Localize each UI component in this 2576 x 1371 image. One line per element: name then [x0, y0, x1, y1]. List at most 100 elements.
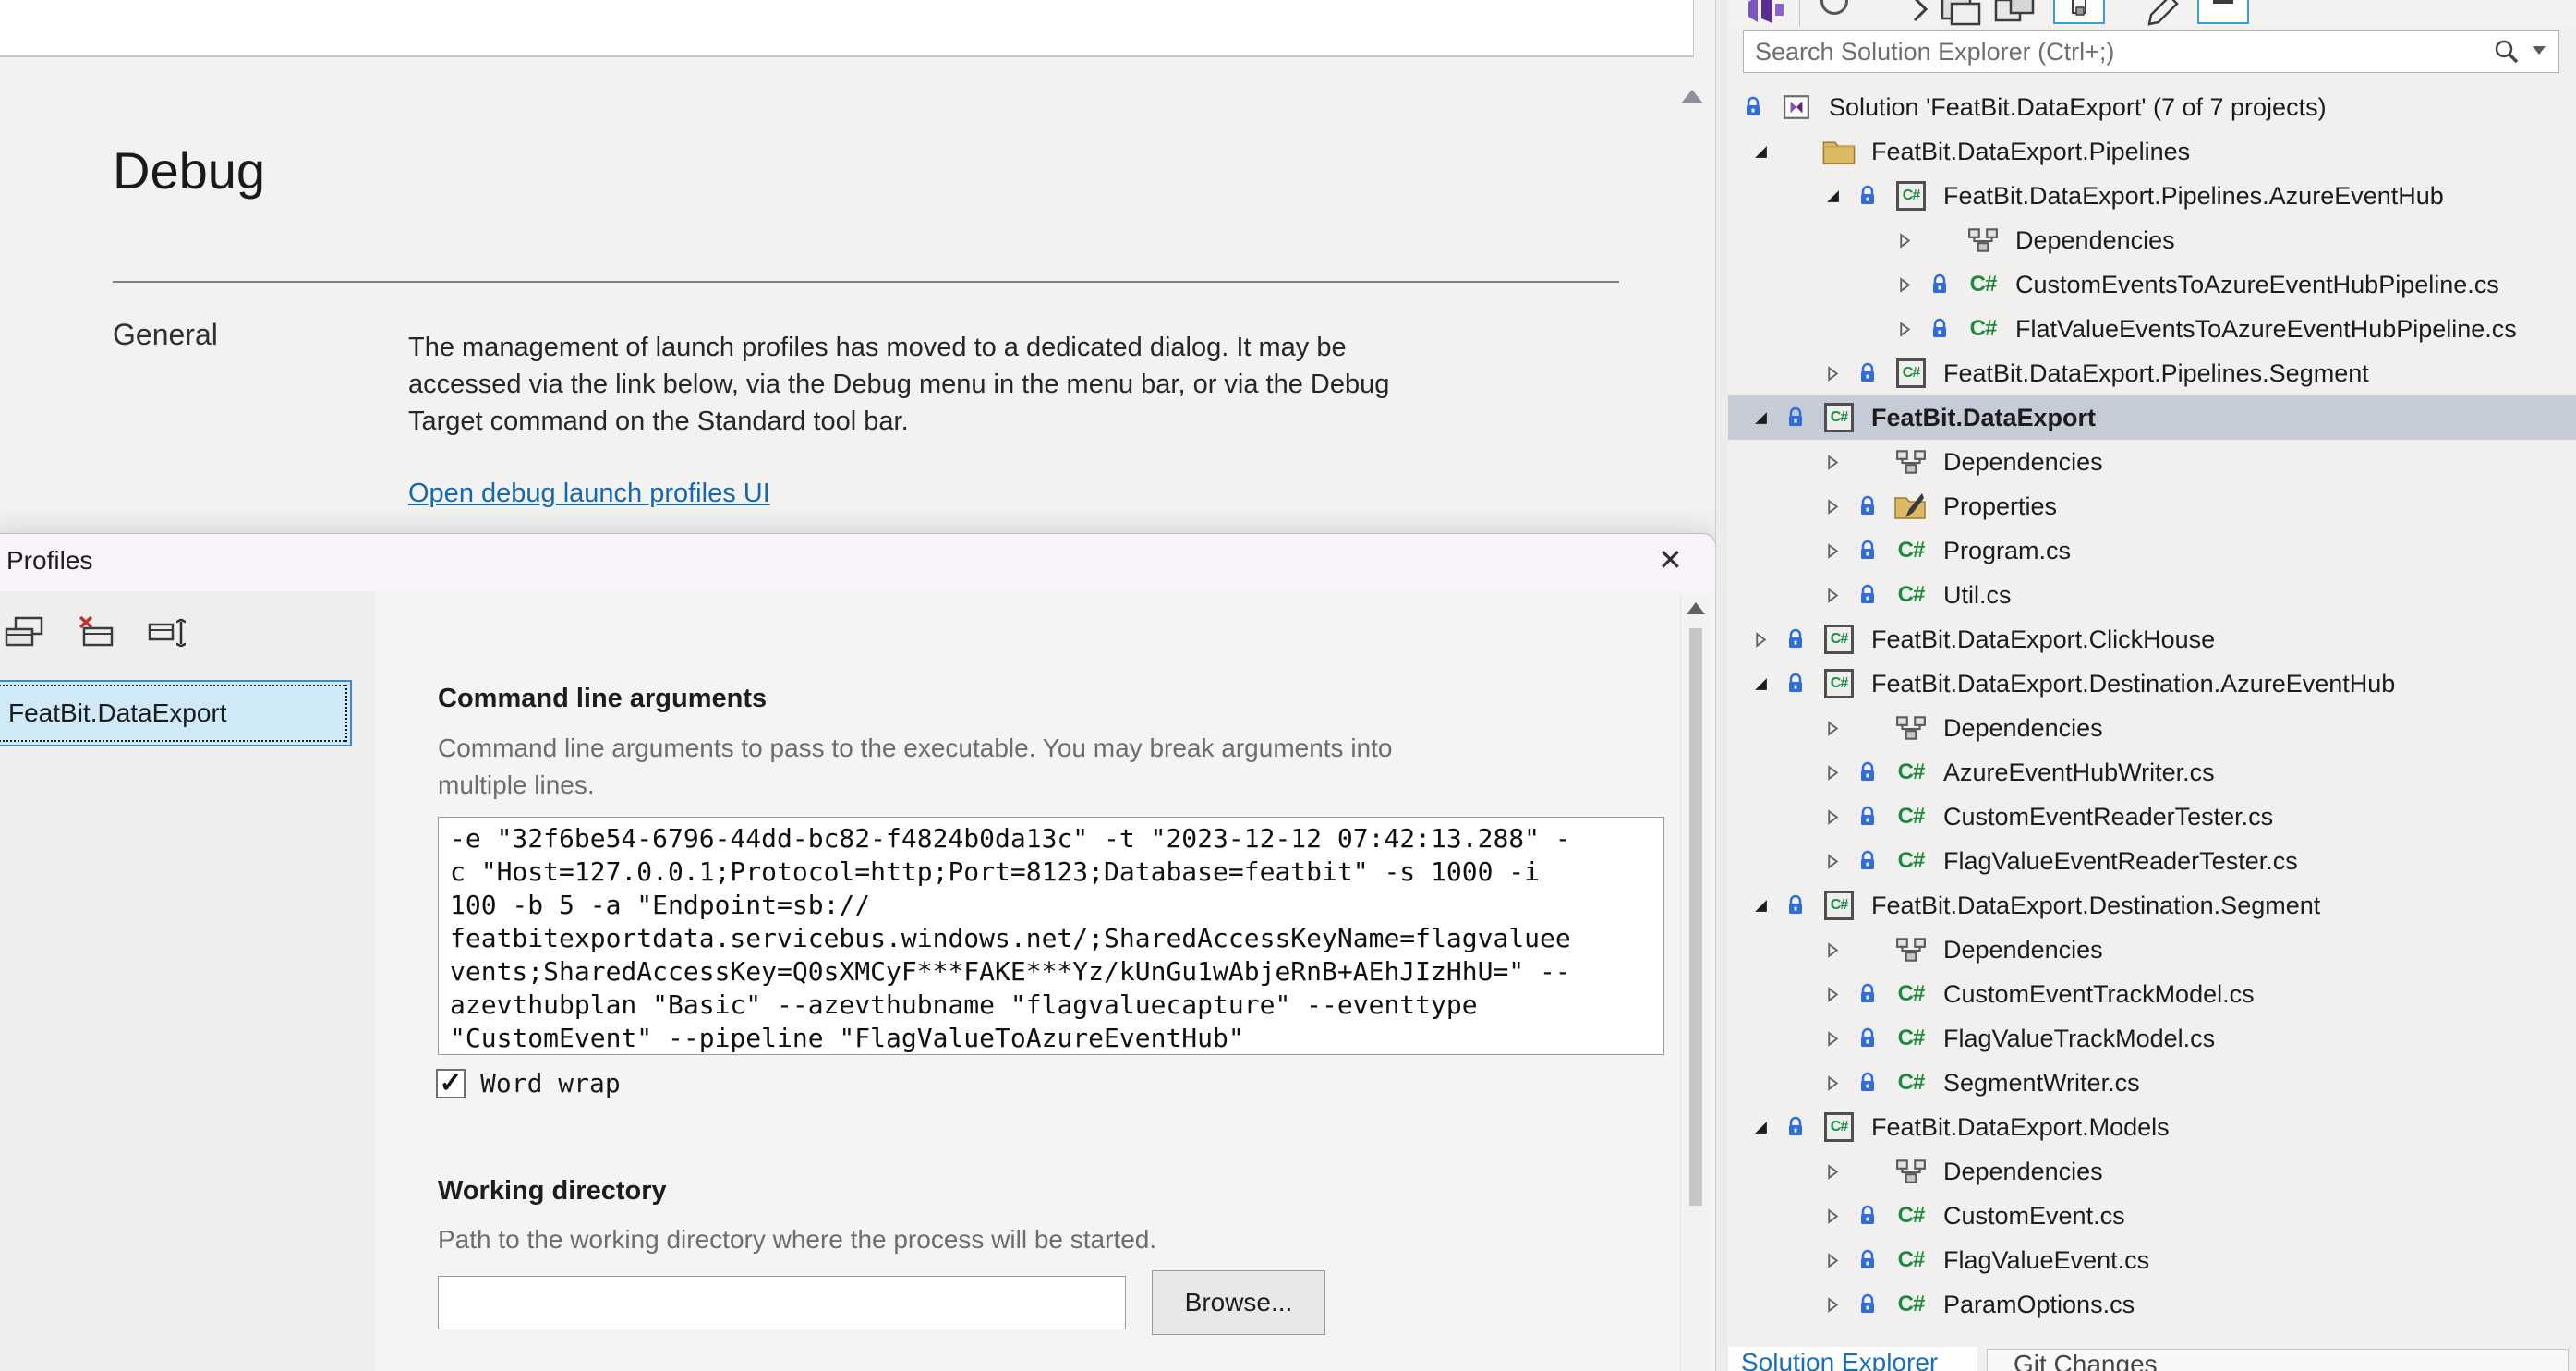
collapsed-arrow-icon[interactable] [1825, 543, 1849, 559]
delete-profile-icon[interactable] [75, 613, 119, 652]
filter-icon[interactable] [1820, 0, 1848, 15]
open-debug-launch-profiles-link[interactable]: Open debug launch profiles UI [408, 479, 770, 509]
tree-item[interactable]: C#FeatBit.DataExport [1728, 395, 2576, 440]
profile-list-item[interactable]: FeatBit.DataExport [0, 680, 352, 746]
dialog-scroll-up-icon[interactable] [1687, 602, 1705, 614]
tree-item[interactable]: FeatBit.DataExport.Pipelines [1728, 129, 2576, 174]
properties-window-icon[interactable] [1992, 0, 2038, 26]
tree-item[interactable]: C#FlagValueEventReaderTester.cs [1728, 839, 2576, 883]
lock-icon [1786, 672, 1810, 696]
collapse-all-icon[interactable] [1939, 0, 1985, 26]
tree-item[interactable]: C#AzureEventHubWriter.cs [1728, 750, 2576, 795]
lock-icon [1786, 406, 1810, 430]
browse-button[interactable]: Browse... [1152, 1270, 1325, 1335]
tree-item[interactable]: Dependencies [1728, 706, 2576, 750]
dialog-titlebar[interactable]: Profiles ✕ [0, 534, 1715, 591]
solution-tree: Solution 'FeatBit.DataExport' (7 of 7 pr… [1728, 85, 2576, 1327]
tree-item[interactable]: C#FeatBit.DataExport.ClickHouse [1728, 617, 2576, 661]
tree-item-label: FeatBit.DataExport.Pipelines.AzureEventH… [1943, 182, 2444, 211]
command-line-arguments-input[interactable]: -e "32f6be54-6796-44dd-bc82-f4824b0da13c… [438, 817, 1664, 1055]
expanded-arrow-icon[interactable] [1753, 144, 1777, 160]
preview-selected-items-toggle-icon[interactable] [2197, 0, 2249, 24]
toolbar-separator [1799, 0, 1800, 26]
tree-item[interactable]: C#FlagValueTrackModel.cs [1728, 1016, 2576, 1061]
working-directory-heading: Working directory [438, 1176, 667, 1207]
tree-item[interactable]: Dependencies [1728, 218, 2576, 262]
tree-item[interactable]: C#FeatBit.DataExport.Models [1728, 1105, 2576, 1149]
collapsed-arrow-icon[interactable] [1825, 1164, 1849, 1180]
collapsed-arrow-icon[interactable] [1825, 765, 1849, 781]
tree-item[interactable]: C#FeatBit.DataExport.Pipelines.Segment [1728, 351, 2576, 395]
tree-item[interactable]: C#Program.cs [1728, 528, 2576, 573]
switch-views-icon[interactable] [1745, 0, 1785, 26]
collapsed-arrow-icon[interactable] [1825, 1031, 1849, 1047]
dialog-scrollbar-thumb[interactable] [1689, 628, 1702, 1206]
collapsed-arrow-icon[interactable] [1825, 366, 1849, 382]
tree-item-label: ParamOptions.cs [1943, 1291, 2135, 1319]
expanded-arrow-icon[interactable] [1753, 1120, 1777, 1135]
search-icon[interactable] [2494, 39, 2520, 69]
lock-icon [1858, 849, 1882, 873]
collapsed-arrow-icon[interactable] [1825, 942, 1849, 958]
close-icon[interactable]: ✕ [1658, 545, 1683, 575]
tree-item[interactable]: C#FeatBit.DataExport.Destination.AzureEv… [1728, 661, 2576, 706]
tree-item[interactable]: C#CustomEvent.cs [1728, 1194, 2576, 1238]
tree-item[interactable]: Solution 'FeatBit.DataExport' (7 of 7 pr… [1728, 85, 2576, 129]
tree-item[interactable]: C#FeatBit.DataExport.Destination.Segment [1728, 883, 2576, 928]
expanded-arrow-icon[interactable] [1753, 676, 1777, 692]
tree-item[interactable]: C#CustomEventsToAzureEventHubPipeline.cs [1728, 262, 2576, 307]
lock-icon [1858, 583, 1882, 607]
rename-profile-icon[interactable] [147, 613, 191, 652]
collapsed-arrow-icon[interactable] [1897, 233, 1921, 249]
tree-item[interactable]: C#CustomEventTrackModel.cs [1728, 972, 2576, 1016]
collapsed-arrow-icon[interactable] [1825, 1075, 1849, 1091]
show-all-files-toggle-icon[interactable] [2053, 0, 2105, 24]
expanded-arrow-icon[interactable] [1753, 898, 1777, 914]
collapsed-arrow-icon[interactable] [1825, 588, 1849, 603]
tab-solution-explorer[interactable]: Solution Explorer [1728, 1347, 1977, 1371]
collapsed-arrow-icon[interactable] [1897, 322, 1921, 337]
tree-item[interactable]: C#FeatBit.DataExport.Pipelines.AzureEven… [1728, 174, 2576, 218]
csharp-file-icon: C# [1892, 1203, 1930, 1229]
bottom-tab-strip: Solution Explorer Git Changes [1728, 1347, 2576, 1371]
word-wrap-checkbox[interactable]: ✓ [436, 1069, 466, 1098]
tree-item[interactable]: Dependencies [1728, 928, 2576, 972]
collapsed-arrow-icon[interactable] [1825, 1253, 1849, 1268]
tree-item-label: Dependencies [1943, 936, 2103, 965]
tree-item[interactable]: Dependencies [1728, 1149, 2576, 1194]
expanded-arrow-icon[interactable] [1825, 188, 1849, 204]
collapsed-arrow-icon[interactable] [1825, 499, 1849, 515]
expanded-arrow-icon[interactable] [1753, 410, 1777, 426]
edit-icon[interactable] [2146, 0, 2179, 26]
tree-item[interactable]: C#ParamOptions.cs [1728, 1282, 2576, 1327]
collapsed-arrow-icon[interactable] [1825, 809, 1849, 825]
tree-item[interactable]: C#SegmentWriter.cs [1728, 1061, 2576, 1105]
collapsed-arrow-icon[interactable] [1825, 455, 1849, 470]
page-scroll-up-icon[interactable] [1681, 90, 1703, 103]
collapsed-arrow-icon[interactable] [1825, 1297, 1849, 1313]
dependencies-icon [1964, 227, 2002, 253]
lock-icon [1786, 627, 1810, 651]
working-directory-input[interactable] [438, 1276, 1126, 1329]
tree-item[interactable]: Properties [1728, 484, 2576, 528]
csharp-file-icon: C# [1892, 582, 1930, 608]
collapsed-arrow-icon[interactable] [1825, 987, 1849, 1002]
collapsed-arrow-icon[interactable] [1753, 632, 1777, 648]
tab-git-changes[interactable]: Git Changes [1987, 1349, 2569, 1371]
search-input[interactable] [1744, 31, 2485, 72]
search-options-caret-icon[interactable] [2533, 46, 2546, 55]
collapsed-arrow-icon[interactable] [1825, 1208, 1849, 1224]
tree-item[interactable]: Dependencies [1728, 440, 2576, 484]
tree-item[interactable]: C#Util.cs [1728, 573, 2576, 617]
tree-item[interactable]: C#CustomEventReaderTester.cs [1728, 795, 2576, 839]
new-profile-icon[interactable] [3, 613, 47, 652]
tree-item[interactable]: C#FlatValueEventsToAzureEventHubPipeline… [1728, 307, 2576, 351]
tree-item[interactable]: C#FlagValueEvent.cs [1728, 1238, 2576, 1282]
sync-active-document-icon[interactable] [1907, 0, 1935, 26]
collapsed-arrow-icon[interactable] [1825, 721, 1849, 736]
lock-icon [1858, 184, 1882, 208]
title-divider [113, 281, 1619, 283]
collapsed-arrow-icon[interactable] [1897, 277, 1921, 293]
dialog-scrollbar[interactable] [1680, 595, 1711, 1371]
collapsed-arrow-icon[interactable] [1825, 854, 1849, 869]
